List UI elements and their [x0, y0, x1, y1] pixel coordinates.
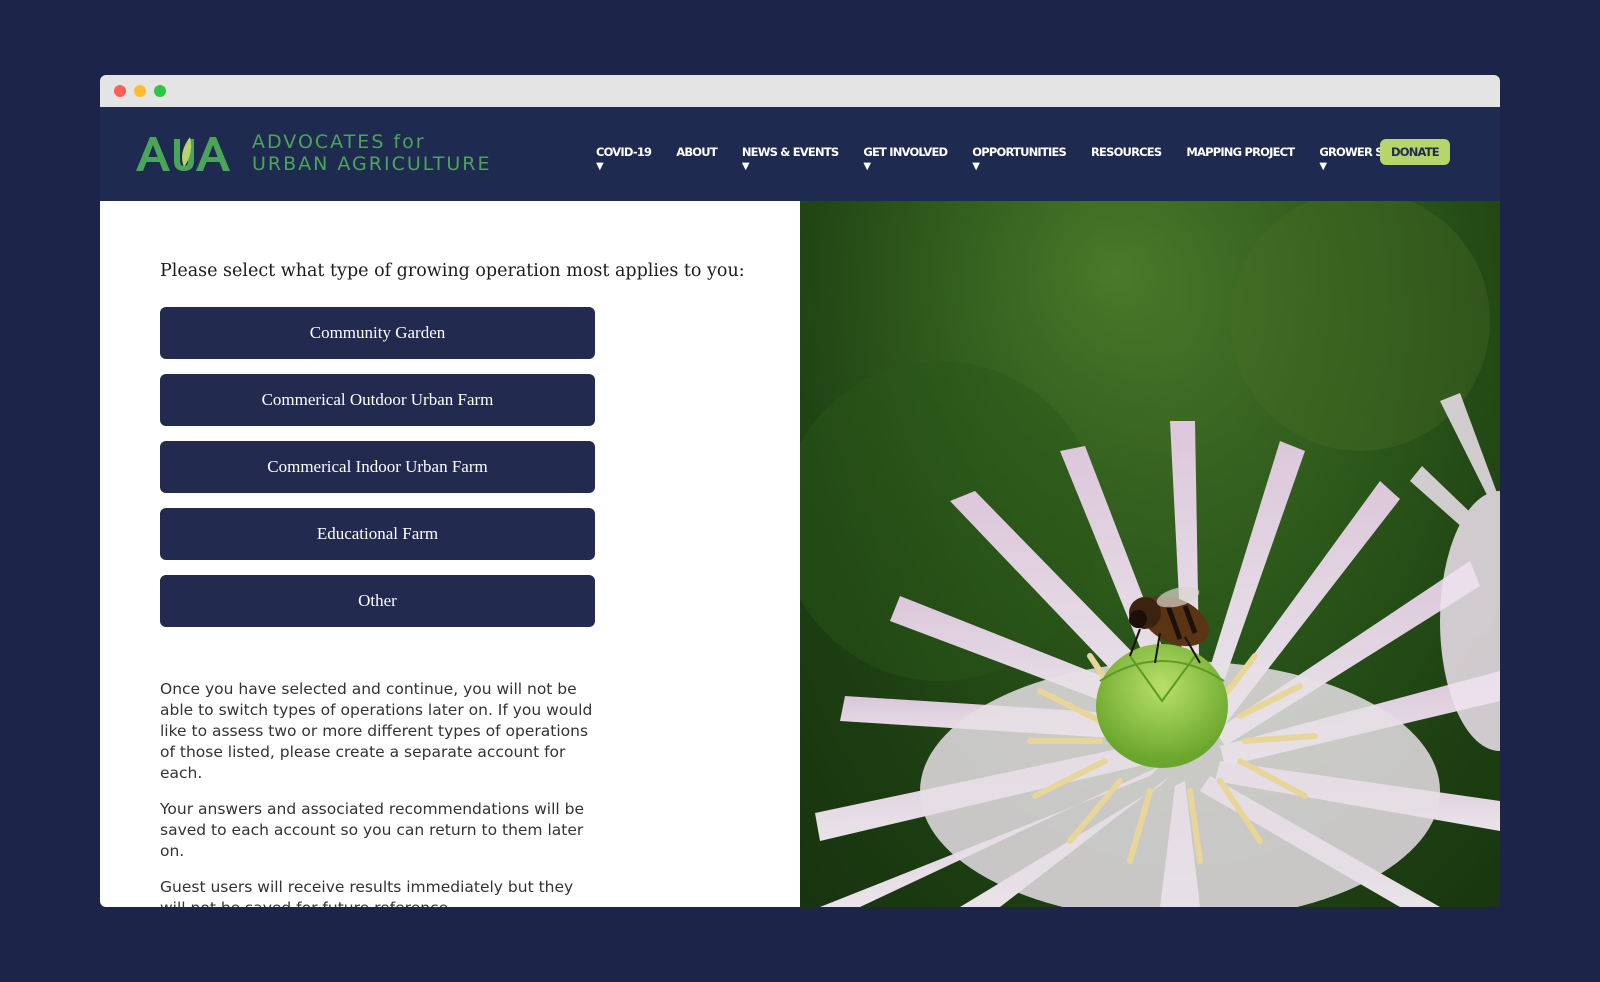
nav-caret-placeholder: [676, 161, 717, 173]
nav-item-news-events[interactable]: NEWS & EVENTS ▼: [741, 145, 839, 173]
note-paragraph: Your answers and associated recommendati…: [160, 800, 584, 860]
community-garden-button[interactable]: Community Garden: [160, 307, 595, 359]
main-content: Please select what type of growing opera…: [100, 201, 1500, 907]
operation-type-panel: Please select what type of growing opera…: [100, 201, 800, 907]
operation-type-notes: Once you have selected and continue, you…: [160, 679, 600, 907]
nav-item-resources[interactable]: RESOURCES: [1090, 145, 1162, 173]
note-paragraph: Once you have selected and continue, you…: [160, 680, 593, 782]
educational-farm-button[interactable]: Educational Farm: [160, 508, 595, 560]
nav-item-label: RESOURCES: [1090, 145, 1162, 159]
note-paragraph: Guest users will receive results immedia…: [160, 878, 574, 907]
window-titlebar: [100, 75, 1500, 107]
nav-caret-placeholder: [1091, 161, 1161, 173]
poppy-bee-illustration: [800, 201, 1500, 907]
nav-item-label: NEWS & EVENTS: [741, 145, 839, 159]
nav-item-about[interactable]: ABOUT: [676, 145, 717, 173]
logo-line-1: ADVOCATES for: [252, 131, 426, 153]
donate-button[interactable]: DONATE: [1380, 139, 1450, 165]
main-nav: COVID-19 ▼ ABOUT NEWS & EVENTS ▼ GET INV…: [596, 145, 1455, 173]
site-logo[interactable]: ADVOCATES for URBAN AGRICULTURE: [134, 131, 491, 175]
chevron-down-icon: ▼: [596, 161, 604, 172]
nav-item-get-involved[interactable]: GET INVOLVED ▼: [863, 145, 948, 173]
nav-item-covid-19[interactable]: COVID-19 ▼: [596, 145, 652, 173]
logo-wordmark: ADVOCATES for URBAN AGRICULTURE: [252, 131, 491, 175]
nav-item-mapping-project[interactable]: MAPPING PROJECT: [1186, 145, 1295, 173]
nav-item-label: COVID-19: [596, 145, 652, 159]
nav-item-label: MAPPING PROJECT: [1186, 145, 1295, 159]
operation-type-choices: Community Garden Commerical Outdoor Urba…: [160, 307, 595, 627]
outdoor-urban-farm-button[interactable]: Commerical Outdoor Urban Farm: [160, 374, 595, 426]
hero-image: [800, 201, 1500, 907]
aua-logo-icon: [136, 137, 230, 171]
logo-line-2: URBAN AGRICULTURE: [252, 153, 492, 175]
nav-item-opportunities[interactable]: OPPORTUNITIES ▼: [972, 145, 1067, 173]
chevron-down-icon: ▼: [741, 161, 750, 172]
nav-item-label: GET INVOLVED: [863, 145, 948, 159]
chevron-down-icon: ▼: [972, 161, 980, 172]
nav-item-label: ABOUT: [676, 145, 717, 159]
close-window-button[interactable]: [114, 85, 126, 97]
operation-type-prompt: Please select what type of growing opera…: [160, 261, 745, 281]
browser-window: ADVOCATES for URBAN AGRICULTURE COVID-19…: [100, 75, 1500, 907]
site-header: ADVOCATES for URBAN AGRICULTURE COVID-19…: [100, 107, 1500, 201]
nav-item-label: OPPORTUNITIES: [972, 145, 1067, 159]
nav-caret-placeholder: [1186, 161, 1294, 173]
chevron-down-icon: ▼: [863, 161, 871, 172]
minimize-window-button[interactable]: [134, 85, 146, 97]
other-button[interactable]: Other: [160, 575, 595, 627]
maximize-window-button[interactable]: [154, 85, 166, 97]
indoor-urban-farm-button[interactable]: Commerical Indoor Urban Farm: [160, 441, 595, 493]
